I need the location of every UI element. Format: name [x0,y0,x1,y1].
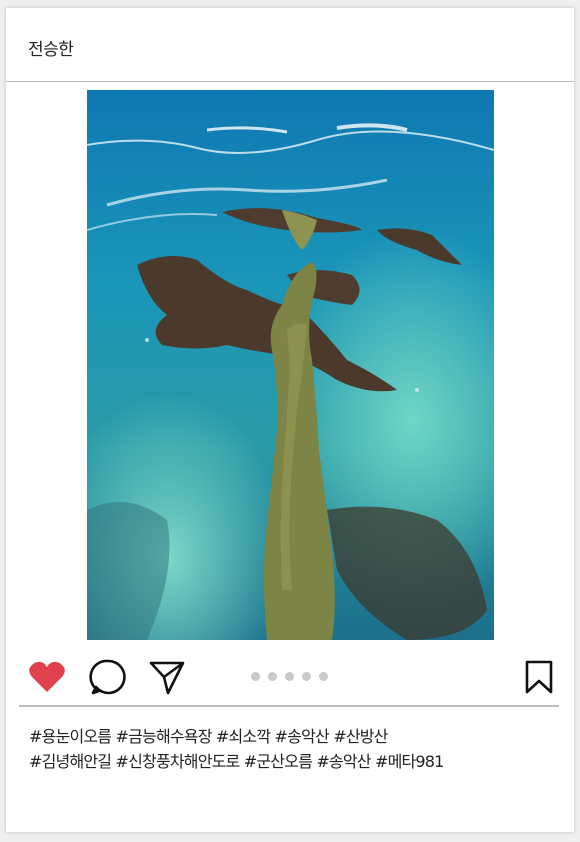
post-actions [6,648,574,706]
carousel-dot[interactable] [302,672,311,681]
caption-line[interactable]: #용눈이오름 #금능해수욕장 #쇠소깍 #송악산 #산방산 [29,724,559,749]
carousel-indicator [251,672,336,682]
bookmark-icon[interactable] [524,660,554,694]
post-photo[interactable] [87,90,494,640]
caption-line[interactable]: #김녕해안길 #신창풍차해안도로 #군산오름 #송악산 #메타981 [29,749,559,774]
divider [19,705,559,707]
post-card: 전승한 #용눈이오름 #금능해수욕장 #쇠소깍 #송악산 #산방산 #김녕해안길… [6,8,574,832]
carousel-dot[interactable] [268,672,277,681]
post-header: 전승한 [6,8,574,82]
carousel-dot[interactable] [319,672,328,681]
carousel-dot[interactable] [251,672,260,681]
username[interactable]: 전승한 [28,35,74,60]
carousel-dot[interactable] [285,672,294,681]
comment-icon[interactable] [89,658,127,696]
share-icon[interactable] [148,658,186,696]
post-caption: #용눈이오름 #금능해수욕장 #쇠소깍 #송악산 #산방산 #김녕해안길 #신창… [29,724,559,774]
heart-icon[interactable] [28,660,66,694]
